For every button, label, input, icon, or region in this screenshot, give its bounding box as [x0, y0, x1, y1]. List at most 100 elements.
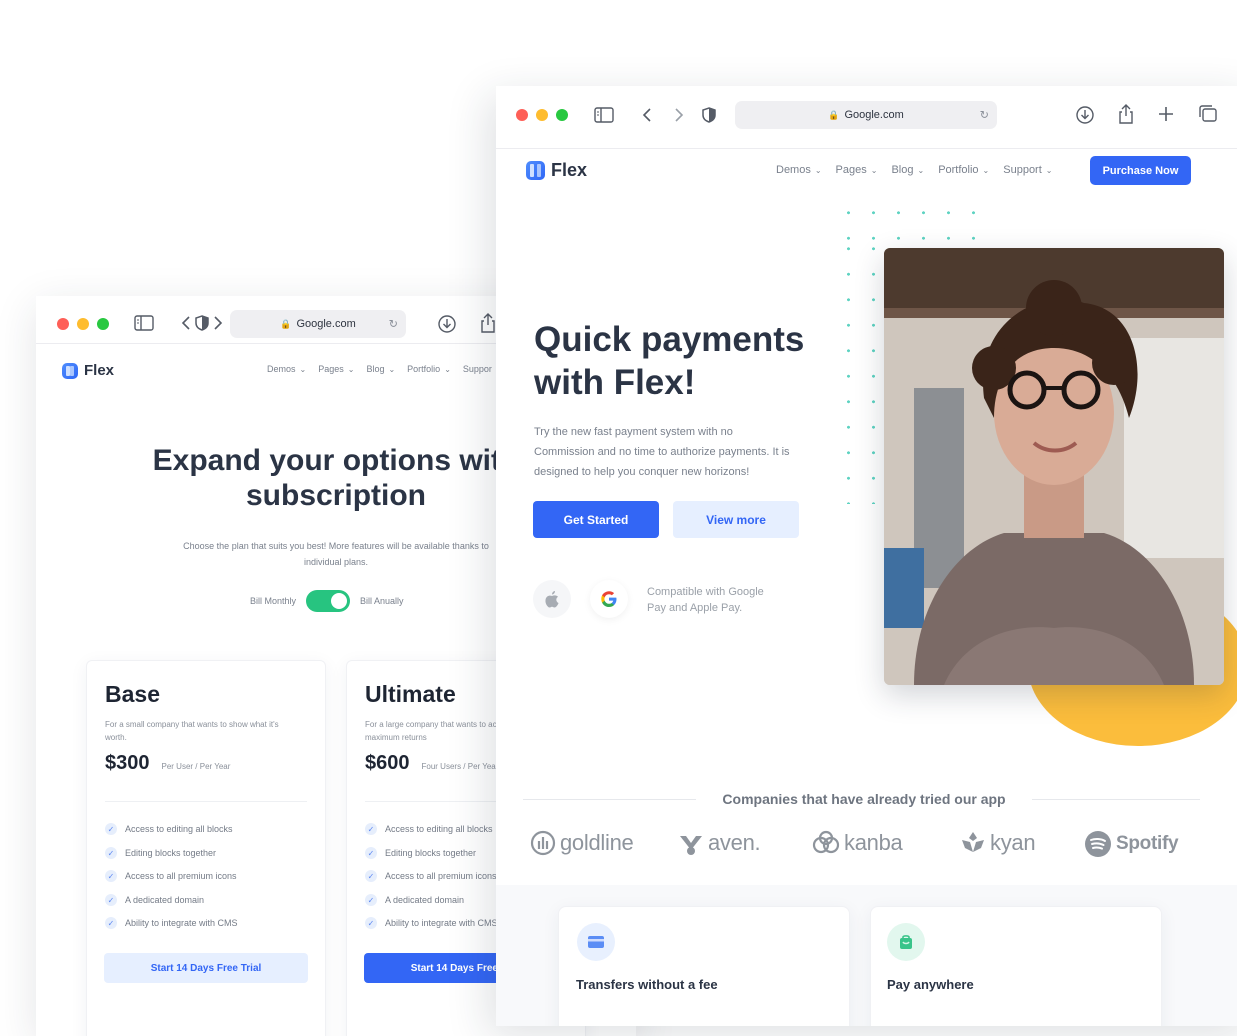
- nav-blog[interactable]: Blog ⌄: [891, 164, 924, 176]
- kyan-text: kyan: [990, 830, 1036, 855]
- minimize-window-button[interactable]: [536, 109, 548, 121]
- share-icon[interactable]: [480, 313, 496, 333]
- pricing-card-base: Base For a small company that wants to s…: [86, 660, 326, 1036]
- feature-label: Access to all premium icons: [385, 871, 497, 881]
- view-more-button[interactable]: View more: [673, 501, 799, 538]
- browser-toolbar: 🔒 Google.com ↻: [496, 86, 1237, 149]
- back-arrow-icon[interactable]: [642, 107, 652, 123]
- aven-logo: aven.: [678, 830, 761, 856]
- compatibility-note: Compatible with Google Pay and Apple Pay…: [647, 584, 764, 616]
- feature-label: Editing blocks together: [125, 848, 217, 858]
- nav-blog[interactable]: Blog ⌄: [366, 364, 395, 374]
- feature-label: A dedicated domain: [385, 895, 465, 905]
- feature-card-pay-anywhere: Pay anywhere: [870, 906, 1162, 1026]
- feature-card-title: Transfers without a fee: [576, 977, 718, 992]
- chevron-down-icon: ⌄: [870, 165, 878, 175]
- hero-body-line2: Commission and no time to authorize paym…: [534, 446, 790, 458]
- nav-pages[interactable]: Pages ⌄: [318, 364, 354, 374]
- lock-icon: 🔒: [280, 318, 292, 329]
- apple-icon: [545, 591, 559, 608]
- feature-item: ✓ Editing blocks together: [365, 847, 476, 859]
- feature-label: Ability to integrate with CMS: [385, 918, 498, 928]
- close-window-button[interactable]: [516, 109, 528, 121]
- flex-logo[interactable]: Flex: [526, 160, 587, 181]
- nav-support-label: Support: [1003, 164, 1042, 176]
- share-icon[interactable]: [1118, 104, 1134, 124]
- check-icon: ✓: [105, 894, 117, 906]
- purchase-now-button[interactable]: Purchase Now: [1090, 156, 1191, 185]
- plan-period: Per User / Per Year: [161, 762, 231, 771]
- billing-toggle[interactable]: [306, 590, 351, 612]
- goldline-mark-icon: [530, 830, 556, 856]
- plan-name: Ultimate: [365, 681, 456, 707]
- nav-portfolio[interactable]: Portfolio ⌄: [938, 164, 989, 176]
- shield-icon[interactable]: [195, 315, 209, 331]
- flex-logo-text: Flex: [84, 362, 115, 379]
- hero-headline-line2: with Flex!: [534, 363, 696, 402]
- address-bar[interactable]: 🔒 Google.com ↻: [735, 101, 997, 129]
- nav-demos[interactable]: Demos ⌄: [267, 364, 306, 374]
- check-icon: ✓: [105, 917, 117, 929]
- close-window-button[interactable]: [57, 318, 69, 330]
- plan-description-line1: For a small company that wants to show w…: [105, 720, 279, 729]
- toggle-knob: [331, 593, 348, 609]
- download-icon[interactable]: [1076, 106, 1094, 124]
- reload-icon[interactable]: ↻: [980, 109, 989, 122]
- check-icon: ✓: [365, 847, 377, 859]
- shield-icon[interactable]: [702, 107, 716, 123]
- main-nav: Demos ⌄ Pages ⌄ Blog ⌄ Portfolio ⌄ Support ⌄: [776, 164, 1052, 176]
- sidebar-toggle-icon[interactable]: [134, 315, 154, 331]
- new-tab-icon[interactable]: [1158, 106, 1174, 122]
- feature-item: ✓ Access to editing all blocks: [105, 823, 233, 835]
- check-icon: ✓: [365, 823, 377, 835]
- apple-pay-badge: [533, 580, 571, 618]
- back-arrow-icon[interactable]: [181, 315, 191, 331]
- lock-icon: 🔒: [828, 109, 840, 120]
- sidebar-toggle-icon[interactable]: [594, 107, 614, 123]
- hero-body-line1: Try the new fast payment system with no: [534, 426, 733, 438]
- feature-label: Access to all premium icons: [125, 871, 237, 881]
- reload-icon[interactable]: ↻: [389, 318, 398, 331]
- nav-demos[interactable]: Demos ⌄: [776, 164, 822, 176]
- billing-toggle-group: Bill Monthly Bill Anually: [250, 590, 404, 612]
- minimize-window-button[interactable]: [77, 318, 89, 330]
- card-icon: [577, 923, 615, 961]
- check-icon: ✓: [365, 917, 377, 929]
- nav-pages-label: Pages: [835, 164, 867, 176]
- hero-body: Try the new fast payment system with no …: [534, 422, 790, 482]
- zoom-window-button[interactable]: [97, 318, 109, 330]
- nav-support[interactable]: Support ⌄: [1003, 164, 1052, 176]
- check-icon: ✓: [365, 894, 377, 906]
- feature-card-title: Pay anywhere: [887, 977, 974, 992]
- plan-period: Four Users / Per Year: [421, 762, 499, 771]
- google-icon: [601, 591, 617, 607]
- feature-label: A dedicated domain: [125, 895, 205, 905]
- nav-support[interactable]: Suppor: [463, 364, 492, 374]
- address-text: Google.com: [844, 109, 904, 121]
- feature-item: ✓ Access to editing all blocks: [365, 823, 493, 835]
- get-started-button[interactable]: Get Started: [533, 501, 659, 538]
- bill-annually-label[interactable]: Bill Anually: [360, 596, 404, 606]
- feature-item: ✓ Access to all premium icons: [365, 870, 497, 882]
- address-bar[interactable]: 🔒 Google.com ↻: [230, 310, 406, 338]
- forward-arrow-icon[interactable]: [213, 315, 223, 331]
- feature-item: ✓ Editing blocks together: [105, 847, 216, 859]
- bill-monthly-label[interactable]: Bill Monthly: [250, 596, 296, 606]
- nav-portfolio[interactable]: Portfolio ⌄: [407, 364, 451, 374]
- zoom-window-button[interactable]: [556, 109, 568, 121]
- tab-overview-icon[interactable]: [1198, 105, 1218, 123]
- check-icon: ✓: [105, 870, 117, 882]
- companies-heading: Companies that have already tried our ap…: [722, 791, 1006, 807]
- base-trial-button[interactable]: Start 14 Days Free Trial: [104, 953, 308, 983]
- woman-portrait-illustration: [884, 248, 1224, 685]
- goldline-text: goldline: [560, 830, 634, 855]
- feature-item: ✓ Ability to integrate with CMS: [105, 917, 238, 929]
- chevron-down-icon: ⌄: [1045, 165, 1053, 175]
- download-icon[interactable]: [438, 315, 456, 333]
- companies-divider-left: [523, 799, 696, 800]
- flex-logo[interactable]: Flex: [62, 362, 114, 379]
- forward-arrow-icon[interactable]: [674, 107, 684, 123]
- nav-pages[interactable]: Pages ⌄: [836, 164, 878, 176]
- flex-logo-icon: [62, 362, 78, 379]
- nav-demos-label: Demos: [267, 364, 296, 374]
